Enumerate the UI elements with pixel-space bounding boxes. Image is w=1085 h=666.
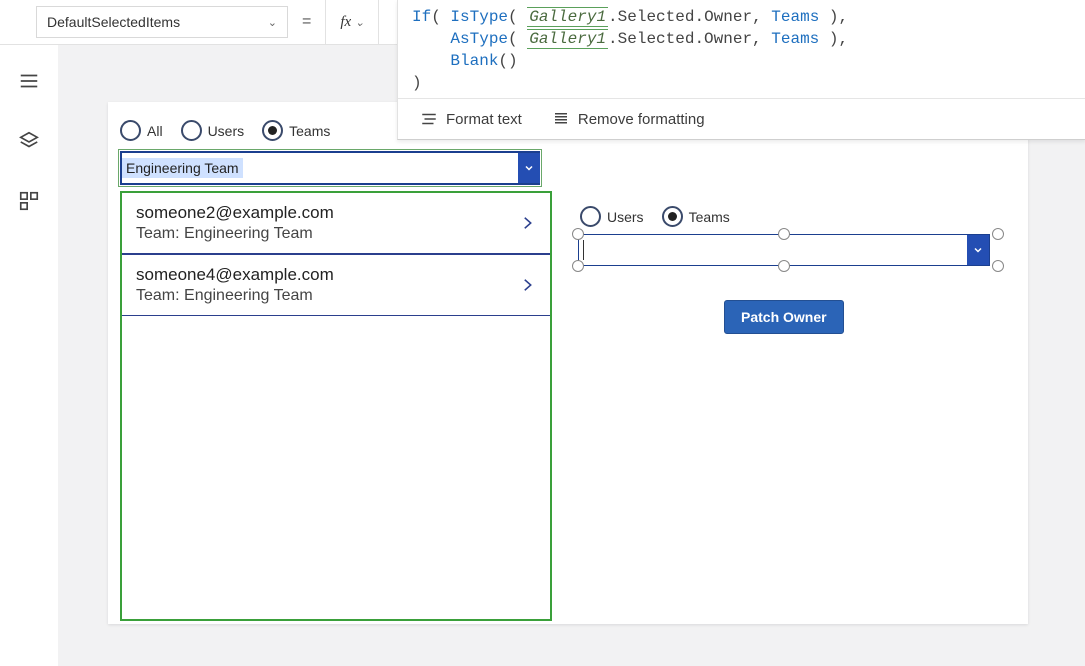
- radio-icon: [662, 206, 683, 227]
- combobox-value: Engineering Team: [122, 158, 243, 178]
- app-screen: All Users Teams Engineering Team: [108, 102, 1028, 624]
- property-dropdown[interactable]: DefaultSelectedItems ⌄: [36, 6, 288, 38]
- formula-token: (: [431, 8, 441, 26]
- formula-editor[interactable]: If( IsType( Gallery1.Selected.Owner, Tea…: [398, 0, 1085, 98]
- fx-dropdown[interactable]: fx ⌄: [325, 0, 379, 44]
- components-icon[interactable]: [18, 190, 40, 212]
- gallery-row-team: Team: Engineering Team: [136, 287, 334, 305]
- remove-formatting-button[interactable]: Remove formatting: [552, 110, 705, 128]
- property-dropdown-label: DefaultSelectedItems: [47, 14, 180, 30]
- left-panel: All Users Teams Engineering Team: [120, 120, 546, 621]
- formula-token: ),: [819, 30, 848, 48]
- formula-token: .Selected.Owner,: [608, 8, 771, 26]
- radio-all[interactable]: All: [120, 120, 163, 141]
- remove-formatting-label: Remove formatting: [578, 111, 705, 128]
- chevron-down-icon: ⌄: [355, 16, 364, 29]
- radio-icon: [120, 120, 141, 141]
- formula-token: (: [508, 8, 527, 26]
- dropdown-button[interactable]: [967, 235, 989, 265]
- radio-users[interactable]: Users: [181, 120, 245, 141]
- formula-toolbar: Format text Remove formatting: [398, 98, 1085, 139]
- layers-icon[interactable]: [18, 130, 40, 152]
- patch-owner-label: Patch Owner: [741, 309, 827, 325]
- remove-formatting-icon: [552, 110, 570, 128]
- radio-teams[interactable]: Teams: [262, 120, 330, 141]
- resize-handle[interactable]: [992, 228, 1004, 240]
- resize-handle[interactable]: [572, 228, 584, 240]
- gallery[interactable]: someone2@example.com Team: Engineering T…: [120, 191, 552, 621]
- resize-handle[interactable]: [778, 260, 790, 272]
- formula-token: (: [508, 30, 527, 48]
- formula-token: Blank: [450, 52, 498, 70]
- formula-token: AsType: [450, 30, 508, 48]
- format-text-label: Format text: [446, 111, 522, 128]
- format-text-icon: [420, 110, 438, 128]
- gallery-row[interactable]: someone4@example.com Team: Engineering T…: [122, 254, 550, 316]
- radio-icon: [181, 120, 202, 141]
- gallery-row-team: Team: Engineering Team: [136, 225, 334, 243]
- gallery-row-email: someone2@example.com: [136, 203, 334, 223]
- gallery-row-meta: someone2@example.com Team: Engineering T…: [136, 203, 334, 243]
- chevron-down-icon: [523, 162, 535, 174]
- chevron-down-icon: ⌄: [268, 16, 277, 29]
- formula-token: Teams: [771, 8, 819, 26]
- radio-label: All: [147, 123, 163, 139]
- text-cursor: [583, 240, 584, 260]
- radio-label: Users: [208, 123, 245, 139]
- formula-token: .Selected.Owner,: [608, 30, 771, 48]
- formula-token: If: [412, 8, 431, 26]
- gallery-row[interactable]: someone2@example.com Team: Engineering T…: [122, 193, 550, 254]
- chevron-right-icon: [518, 271, 536, 299]
- gallery-row-meta: someone4@example.com Team: Engineering T…: [136, 265, 334, 305]
- resize-handle[interactable]: [778, 228, 790, 240]
- selected-control-wrap: [568, 228, 1008, 268]
- radio-label: Teams: [689, 209, 730, 225]
- formula-token: Gallery1: [527, 29, 608, 49]
- formula-token: ): [412, 74, 422, 92]
- resize-handle[interactable]: [572, 260, 584, 272]
- left-rail: [0, 44, 59, 666]
- formula-token: ),: [819, 8, 848, 26]
- radio-label: Users: [607, 209, 644, 225]
- hamburger-icon[interactable]: [18, 70, 40, 92]
- dropdown-button[interactable]: [518, 153, 540, 183]
- team-combobox[interactable]: Engineering Team: [120, 151, 540, 185]
- radio-label: Teams: [289, 123, 330, 139]
- patch-owner-button[interactable]: Patch Owner: [724, 300, 844, 334]
- formula-token: (): [498, 52, 517, 70]
- chevron-down-icon: [972, 244, 984, 256]
- equals-sign: =: [302, 13, 311, 31]
- right-radio-group: Users Teams: [580, 206, 730, 227]
- radio-teams-right[interactable]: Teams: [662, 206, 730, 227]
- radio-users-right[interactable]: Users: [580, 206, 644, 227]
- radio-icon: [262, 120, 283, 141]
- fx-label: fx: [340, 14, 351, 31]
- formula-token: Gallery1: [527, 7, 608, 27]
- formula-bar: If( IsType( Gallery1.Selected.Owner, Tea…: [397, 0, 1085, 140]
- chevron-right-icon: [518, 209, 536, 237]
- radio-icon: [580, 206, 601, 227]
- resize-handle[interactable]: [992, 260, 1004, 272]
- formula-token: IsType: [450, 8, 508, 26]
- format-text-button[interactable]: Format text: [420, 110, 522, 128]
- formula-token: Teams: [771, 30, 819, 48]
- gallery-row-email: someone4@example.com: [136, 265, 334, 285]
